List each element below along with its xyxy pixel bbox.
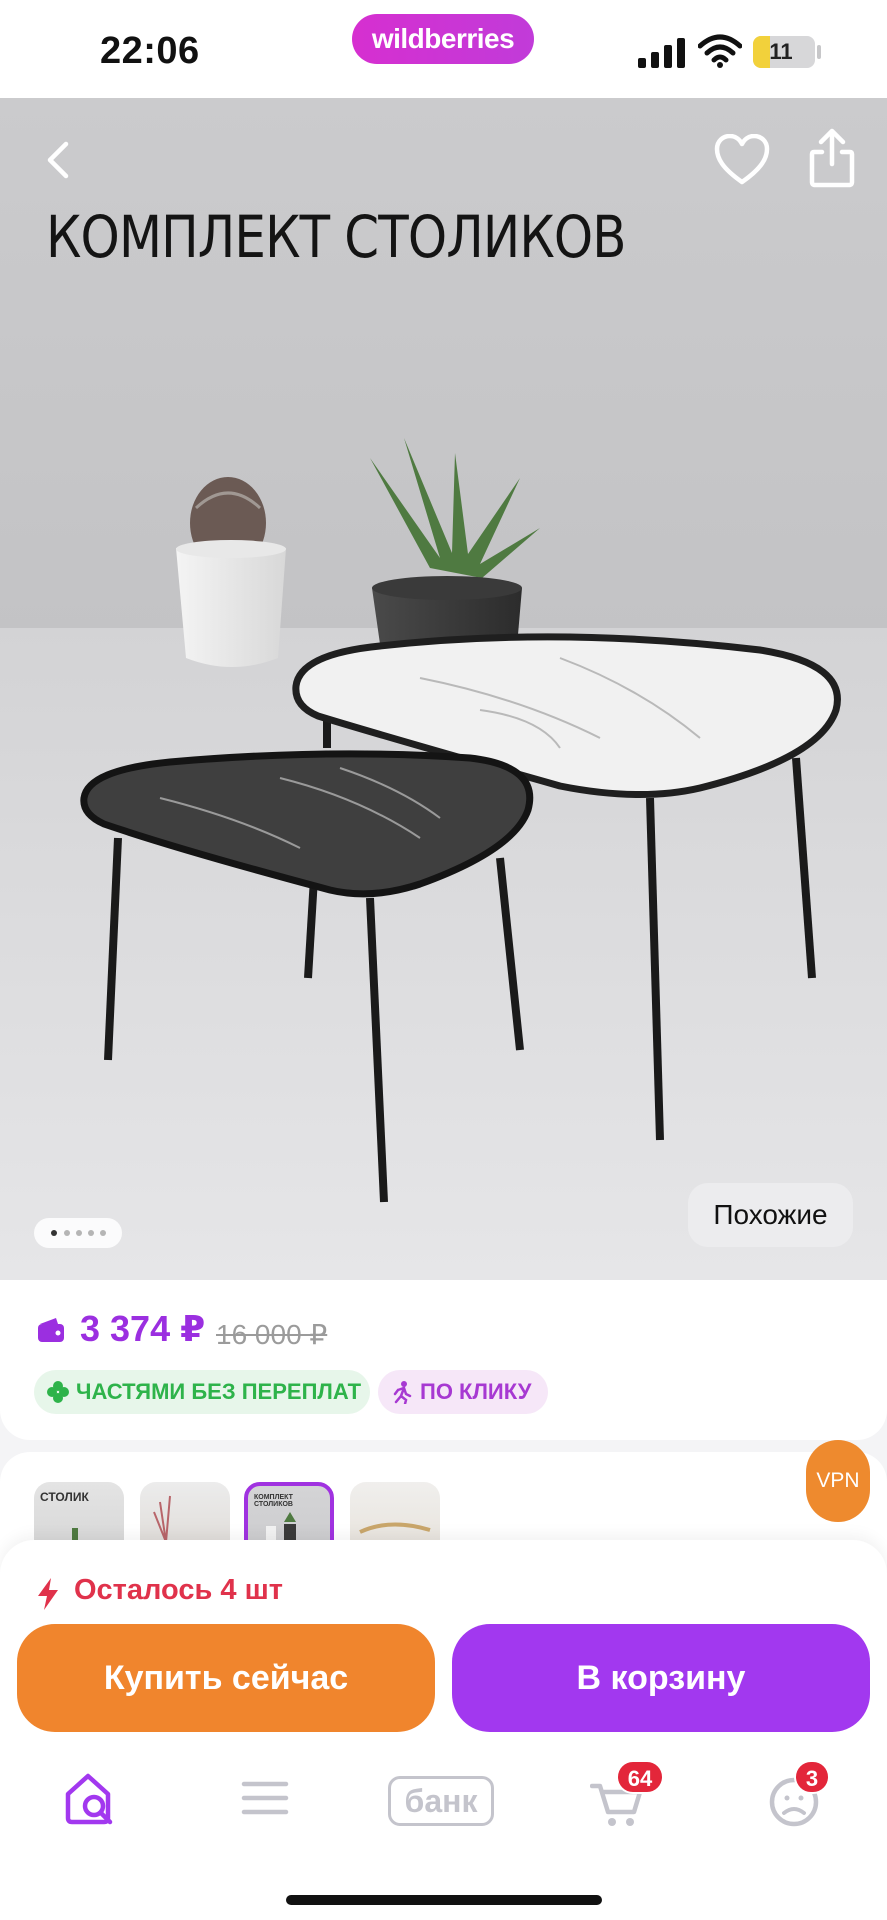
cart-count-badge: 64	[616, 1760, 664, 1794]
wallet-icon	[38, 1318, 64, 1342]
battery-level: 11	[769, 39, 793, 64]
tab-cart[interactable]: 64	[589, 1760, 664, 1838]
status-bar: 22:06 wildberries 11	[0, 0, 887, 98]
carousel-dot	[88, 1230, 94, 1236]
clover-icon	[47, 1381, 69, 1403]
stock-text: Осталось 4 шт	[74, 1574, 283, 1606]
image-caption: КОМПЛЕКТ СТОЛИКОВ	[46, 203, 627, 271]
installment-badge[interactable]: ЧАСТЯМИ БЕЗ ПЕРЕПЛАТ	[34, 1370, 370, 1414]
product-page: 22:06 wildberries 11 КОМПЛЕКТ СТОЛИКОВ П…	[0, 0, 887, 1920]
share-icon[interactable]	[808, 128, 856, 188]
carousel-dot	[51, 1230, 57, 1236]
buy-now-button[interactable]: Купить сейчас	[17, 1624, 435, 1732]
current-price: 3 374 ₽	[80, 1308, 206, 1349]
carousel-dot	[76, 1230, 82, 1236]
menu-icon	[241, 1781, 289, 1815]
product-photo	[0, 98, 887, 1280]
carousel-indicator	[34, 1218, 122, 1248]
cellular-signal-icon	[638, 38, 685, 68]
chevron-left-icon[interactable]	[36, 138, 80, 182]
tab-home[interactable]	[60, 1768, 120, 1838]
add-to-cart-button[interactable]: В корзину	[452, 1624, 870, 1732]
battery-icon: 11	[753, 36, 815, 68]
tab-catalog[interactable]	[240, 1768, 290, 1838]
thumbnail-caption: КОМПЛЕКТ СТОЛИКОВ	[254, 1494, 293, 1508]
vpn-badge[interactable]: VPN	[806, 1440, 870, 1522]
bank-label: банк	[388, 1776, 494, 1826]
thumbnail-caption: СТОЛИК	[40, 1490, 89, 1504]
product-image[interactable]: КОМПЛЕКТ СТОЛИКОВ Похожие	[0, 98, 887, 1280]
brand-pill[interactable]: wildberries	[352, 14, 534, 64]
wifi-icon	[698, 34, 742, 68]
clock: 22:06	[100, 30, 200, 72]
one-click-badge[interactable]: ПО КЛИКУ	[378, 1370, 548, 1414]
running-person-icon	[393, 1381, 412, 1404]
one-click-badge-label: ПО КЛИКУ	[420, 1379, 532, 1404]
profile-count-badge: 3	[794, 1760, 830, 1794]
heart-icon[interactable]	[714, 134, 770, 186]
carousel-dot	[100, 1230, 106, 1236]
installment-badge-label: ЧАСТЯМИ БЕЗ ПЕРЕПЛАТ	[76, 1379, 362, 1404]
lightning-icon	[38, 1578, 58, 1610]
home-search-icon	[65, 1773, 113, 1825]
tab-profile[interactable]: 3	[768, 1760, 830, 1838]
old-price: 16 000 ₽	[216, 1319, 328, 1350]
price-card: 3 374 ₽ 16 000 ₽ ЧАСТЯМИ БЕЗ ПЕРЕПЛАТ ПО…	[0, 1280, 887, 1440]
carousel-dot	[64, 1230, 70, 1236]
similar-button[interactable]: Похожие	[688, 1183, 853, 1247]
tab-bank[interactable]: банк	[388, 1768, 498, 1838]
home-indicator	[286, 1895, 602, 1905]
purchase-sheet: Осталось 4 шт Купить сейчас В корзину ба…	[0, 1540, 887, 1920]
battery-cap	[817, 45, 821, 59]
